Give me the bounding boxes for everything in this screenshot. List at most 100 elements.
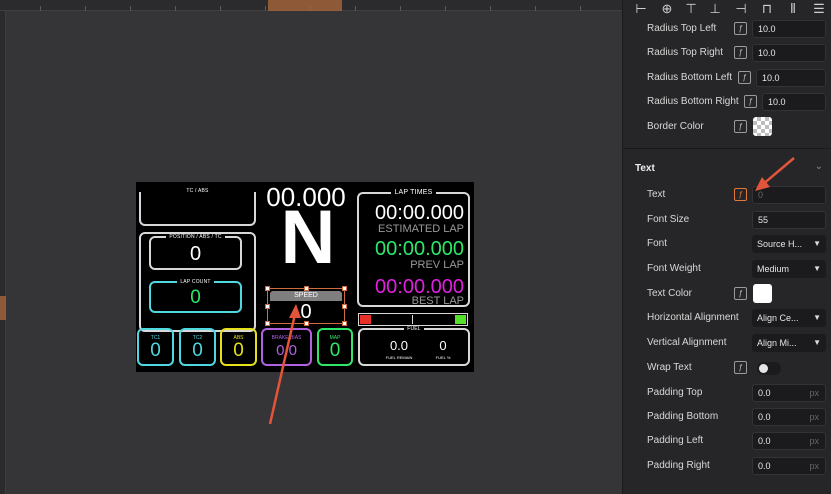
prev-lap-label: PREV LAP xyxy=(410,259,464,271)
prev-lap-time: 00:00.000 xyxy=(375,238,464,260)
padding-top-input[interactable]: 0.0 px xyxy=(752,384,826,402)
align-middle-v-icon[interactable]: ⊣ xyxy=(733,2,749,16)
text-fx-icon[interactable]: ƒ xyxy=(734,188,747,201)
align-top-icon[interactable]: ⊥ xyxy=(707,2,723,16)
lap-count-box[interactable]: LAP COUNT 0 xyxy=(149,279,242,313)
radius-top-left-input[interactable]: 10.0 xyxy=(752,20,826,38)
resize-handle-tm[interactable] xyxy=(304,286,309,291)
fuel-pct-value: 0 xyxy=(439,338,447,353)
dashboard-preview[interactable]: TC / ABS 00.000 N POSITION / ABS / TC 0 … xyxy=(136,182,474,372)
padding-top-value: 0.0 xyxy=(758,388,771,398)
align-center-h-icon[interactable]: ⊕ xyxy=(659,2,675,16)
resize-handle-mr[interactable] xyxy=(342,304,347,309)
padding-top-unit: px xyxy=(809,388,819,398)
font-weight-select[interactable]: Medium ▼ xyxy=(752,260,826,278)
padding-left-unit: px xyxy=(809,436,819,446)
caret-down-icon: ▼ xyxy=(813,264,821,273)
wrap-text-fx-icon[interactable]: ƒ xyxy=(734,361,747,374)
radius-top-right-label: Radius Top Right xyxy=(647,47,723,58)
radius-bottom-left-fx-icon[interactable]: ƒ xyxy=(738,71,751,84)
resize-handle-tl[interactable] xyxy=(265,286,270,291)
h-align-label: Horizontal Alignment xyxy=(647,312,739,323)
abs-box[interactable]: ABS 0 xyxy=(220,328,257,366)
tc1-box[interactable]: TC1 0 xyxy=(137,328,174,366)
tc-abs-box[interactable]: TC / ABS xyxy=(139,188,256,226)
position-inner-box[interactable]: POSITION / ABS / TC 0 xyxy=(149,234,242,270)
radius-bottom-left-row: Radius Bottom Left ƒ 10.0 xyxy=(623,67,831,91)
border-color-fx-icon[interactable]: ƒ xyxy=(734,120,747,133)
border-color-label: Border Color xyxy=(647,121,704,132)
estimated-lap-time: 00:00.000 xyxy=(375,202,464,224)
distribute-horizontal-icon[interactable]: ⫴ xyxy=(785,2,801,16)
padding-top-row: Padding Top 0.0 px xyxy=(623,382,831,406)
h-align-select-value: Align Ce... xyxy=(757,313,799,323)
chevron-down-icon[interactable]: ⌄ xyxy=(815,161,823,172)
annotation-arrow-panel xyxy=(755,157,795,191)
radius-bottom-right-input[interactable]: 10.0 xyxy=(762,93,826,111)
v-align-select-value: Align Mi... xyxy=(757,338,797,348)
radius-top-right-row: Radius Top Right ƒ 10.0 xyxy=(623,42,831,66)
font-select[interactable]: Source H... ▼ xyxy=(752,235,826,253)
v-align-select[interactable]: Align Mi... ▼ xyxy=(752,334,826,352)
font-weight-row: Font Weight Medium ▼ xyxy=(623,258,831,282)
padding-right-unit: px xyxy=(809,461,819,471)
wrap-text-label: Wrap Text xyxy=(647,362,692,373)
font-weight-select-value: Medium xyxy=(757,264,790,274)
font-size-label: Font Size xyxy=(647,214,690,225)
h-align-select[interactable]: Align Ce... ▼ xyxy=(752,309,826,327)
ruler-selection-marker-horizontal xyxy=(268,0,342,11)
radius-top-left-fx-icon[interactable]: ƒ xyxy=(734,22,747,35)
fuel-remain-label: FUEL REMAIN xyxy=(385,355,413,360)
alignment-toolbar: ⊢ ⊕ ⊤ ⊥ ⊣ ⊓ ⫴ ☰ xyxy=(623,0,831,20)
best-lap-label: BEST LAP xyxy=(411,295,464,307)
tc2-box[interactable]: TC2 0 xyxy=(179,328,216,366)
tc1-value: 0 xyxy=(150,340,161,361)
gear-indicator[interactable]: N xyxy=(278,200,338,276)
border-color-swatch[interactable] xyxy=(753,117,772,136)
lap-count-label: LAP COUNT xyxy=(177,279,214,285)
rpm-bar xyxy=(358,313,468,326)
text-color-label: Text Color xyxy=(647,288,693,299)
fuel-pct-label: FUEL % xyxy=(435,355,451,360)
align-bottom-icon[interactable]: ⊓ xyxy=(759,2,775,16)
font-size-input[interactable]: 55 xyxy=(752,211,826,229)
wrap-text-row: Wrap Text ƒ xyxy=(623,357,831,381)
editor-root: TC / ABS 00.000 N POSITION / ABS / TC 0 … xyxy=(0,0,831,494)
fuel-remain-value: 0.0 xyxy=(389,338,409,353)
padding-bottom-label: Padding Bottom xyxy=(647,411,719,422)
radius-bottom-right-fx-icon[interactable]: ƒ xyxy=(744,95,757,108)
padding-bottom-row: Padding Bottom 0.0 px xyxy=(623,406,831,430)
text-color-fx-icon[interactable]: ƒ xyxy=(734,287,747,300)
wrap-text-toggle[interactable] xyxy=(757,362,781,375)
radius-top-right-fx-icon[interactable]: ƒ xyxy=(734,46,747,59)
left-ruler xyxy=(0,11,6,494)
h-align-row: Horizontal Alignment Align Ce... ▼ xyxy=(623,307,831,331)
v-align-row: Vertical Alignment Align Mi... ▼ xyxy=(623,332,831,356)
caret-down-icon: ▼ xyxy=(813,313,821,322)
text-section-title[interactable]: Text xyxy=(635,163,655,174)
distribute-vertical-icon[interactable]: ☰ xyxy=(811,2,827,16)
align-right-icon[interactable]: ⊤ xyxy=(683,2,699,16)
resize-handle-tr[interactable] xyxy=(342,286,347,291)
align-left-icon[interactable]: ⊢ xyxy=(633,2,649,16)
text-color-row: Text Color ƒ xyxy=(623,283,831,307)
padding-right-label: Padding Right xyxy=(647,460,710,471)
padding-bottom-unit: px xyxy=(809,412,819,422)
tc2-value: 0 xyxy=(192,340,203,361)
padding-left-row: Padding Left 0.0 px xyxy=(623,430,831,454)
border-color-row: Border Color ƒ xyxy=(623,116,831,140)
map-box[interactable]: MAP 0 xyxy=(317,328,353,366)
abs-value: 0 xyxy=(233,340,244,361)
text-color-swatch[interactable] xyxy=(753,284,772,303)
padding-right-row: Padding Right 0.0 px xyxy=(623,455,831,479)
padding-bottom-input[interactable]: 0.0 px xyxy=(752,408,826,426)
best-lap-time: 00:00.000 xyxy=(375,276,464,298)
radius-bottom-left-input[interactable]: 10.0 xyxy=(756,69,826,87)
padding-left-input[interactable]: 0.0 px xyxy=(752,432,826,450)
padding-left-label: Padding Left xyxy=(647,435,704,446)
radius-top-right-input[interactable]: 10.0 xyxy=(752,44,826,62)
design-canvas[interactable]: TC / ABS 00.000 N POSITION / ABS / TC 0 … xyxy=(0,0,622,494)
radius-bottom-right-row: Radius Bottom Right ƒ 10.0 xyxy=(623,91,831,115)
padding-right-input[interactable]: 0.0 px xyxy=(752,457,826,475)
fuel-box[interactable]: FUEL 0.0 FUEL REMAIN 0 FUEL % xyxy=(358,326,470,366)
